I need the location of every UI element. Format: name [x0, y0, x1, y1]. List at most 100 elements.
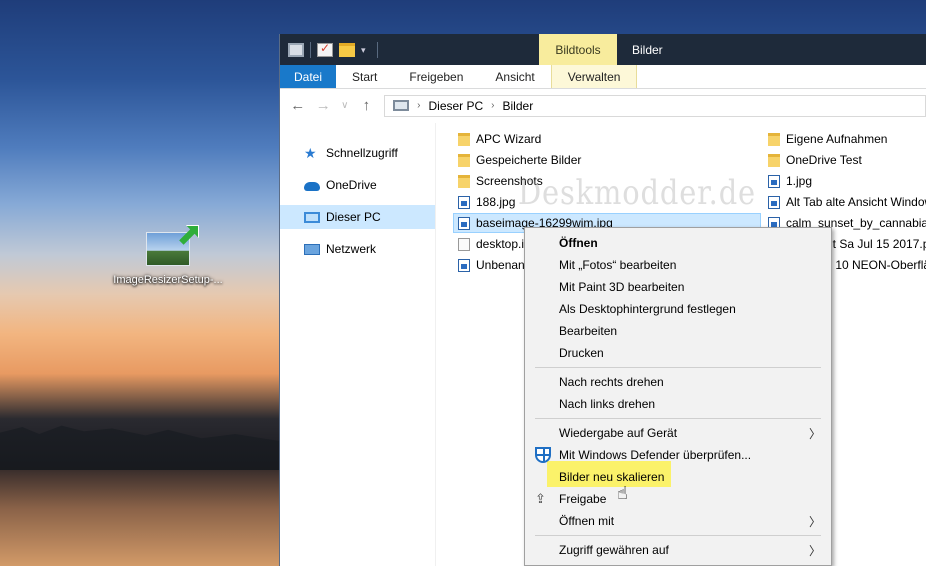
file-name: Alt Tab alte Ansicht Window	[786, 195, 926, 209]
nav-item-label: Schnellzugriff	[326, 146, 398, 160]
menu-item-label: Bilder neu skalieren	[559, 470, 665, 484]
breadcrumb-separator[interactable]: ›	[417, 100, 420, 111]
list-item[interactable]: nt Sa Jul 15 2017.p	[826, 234, 926, 254]
chevron-down-icon[interactable]: ▾	[361, 43, 371, 57]
image-file-icon	[458, 216, 470, 230]
new-folder-icon[interactable]	[339, 42, 355, 57]
menu-item-defender-scan[interactable]: Mit Windows Defender überprüfen...	[525, 444, 831, 466]
menu-item-links-drehen[interactable]: Nach links drehen	[525, 393, 831, 415]
contextual-tab-group: Bildtools	[539, 34, 617, 65]
image-file-icon	[458, 195, 470, 209]
computer-icon	[304, 211, 320, 223]
file-name: desktop.i	[476, 237, 525, 251]
recent-locations-chevron-icon[interactable]: ∨	[341, 100, 349, 111]
toolbar-divider	[377, 41, 378, 58]
breadcrumb-dieser-pc[interactable]: Dieser PC	[428, 99, 483, 113]
folder-icon	[458, 174, 470, 188]
menu-item-oeffnen[interactable]: Öffnen	[525, 232, 831, 254]
menu-item-label: Öffnen mit	[559, 514, 615, 528]
desktop-lake	[0, 470, 280, 566]
list-item[interactable]: OneDrive Test	[768, 150, 926, 170]
list-item[interactable]: s 10 NEON-Oberflä	[826, 255, 926, 275]
list-item[interactable]: 1.jpg	[768, 171, 926, 191]
tab-verwalten[interactable]: Verwalten	[550, 65, 638, 88]
menu-item-fotos-bearbeiten[interactable]: Mit „Fotos“ bearbeiten	[525, 254, 831, 276]
submenu-chevron-icon: 〉	[808, 544, 821, 558]
up-arrow-icon[interactable]: ↑	[359, 97, 374, 114]
ribbon-tabs: Datei Start Freigeben Ansicht Verwalten	[280, 65, 926, 89]
cloud-icon	[304, 182, 320, 191]
submenu-chevron-icon: 〉	[808, 427, 821, 441]
desktop-icon-imageresizer[interactable]: ImageResizerSetup-...	[104, 225, 232, 286]
tab-start[interactable]: Start	[336, 65, 393, 88]
menu-item-freigabe[interactable]: ⇪ Freigabe	[525, 488, 831, 510]
menu-item-bearbeiten[interactable]: Bearbeiten	[525, 320, 831, 342]
tab-datei[interactable]: Datei	[280, 65, 337, 88]
windows-defender-icon	[535, 447, 551, 463]
list-item[interactable]: Screenshots	[458, 171, 758, 191]
nav-item-schnellzugriff[interactable]: ★ Schnellzugriff	[280, 141, 435, 165]
back-arrow-icon[interactable]: ←	[290, 97, 305, 114]
menu-item-label: Zugriff gewähren auf	[559, 543, 669, 557]
list-item[interactable]: Alt Tab alte Ansicht Window	[768, 192, 926, 212]
menu-divider	[535, 367, 821, 368]
quick-access-toolbar: ▾	[280, 41, 378, 58]
breadcrumb-separator[interactable]: ›	[491, 100, 494, 111]
file-name: Eigene Aufnahmen	[786, 132, 888, 146]
image-file-icon	[458, 258, 470, 272]
share-icon: ⇪	[535, 491, 546, 506]
folder-icon	[458, 132, 470, 146]
nav-item-label: Netzwerk	[326, 242, 377, 256]
nav-item-label: OneDrive	[326, 178, 377, 192]
list-item[interactable]: Unbenan	[458, 255, 526, 275]
nav-item-label: Dieser PC	[326, 210, 381, 224]
menu-item-drucken[interactable]: Drucken	[525, 342, 831, 364]
list-item[interactable]: desktop.i	[458, 234, 526, 254]
breadcrumb[interactable]: › Dieser PC › Bilder	[384, 94, 926, 117]
list-item[interactable]: APC Wizard	[458, 129, 758, 149]
nav-item-onedrive[interactable]: OneDrive	[280, 173, 435, 197]
menu-item-desktophintergrund[interactable]: Als Desktophintergrund festlegen	[525, 298, 831, 320]
folder-icon	[458, 153, 470, 167]
this-pc-icon	[393, 100, 410, 111]
nav-item-dieser-pc[interactable]: Dieser PC	[280, 205, 435, 229]
tab-ansicht[interactable]: Ansicht	[479, 65, 550, 88]
list-item[interactable]: Gespeicherte Bilder	[458, 150, 758, 170]
breadcrumb-bilder[interactable]: Bilder	[503, 99, 534, 113]
window-title: Bilder	[632, 43, 663, 57]
nav-item-netzwerk[interactable]: Netzwerk	[280, 237, 435, 261]
file-name: OneDrive Test	[786, 153, 862, 167]
file-name: nt Sa Jul 15 2017.p	[826, 237, 926, 251]
navigation-pane: ★ Schnellzugriff OneDrive Dieser PC Netz…	[280, 123, 436, 566]
folder-icon	[768, 132, 780, 146]
address-bar: ← → ∨ ↑ › Dieser PC › Bilder	[280, 89, 926, 123]
image-file-icon	[768, 195, 780, 209]
menu-item-label: Freigabe	[559, 492, 607, 506]
settings-file-icon	[458, 237, 470, 251]
properties-icon[interactable]	[317, 41, 333, 57]
file-name: Gespeicherte Bilder	[476, 153, 582, 167]
forward-arrow-icon[interactable]: →	[315, 97, 331, 114]
explorer-icon	[288, 42, 304, 57]
tab-freigeben[interactable]: Freigeben	[393, 65, 479, 88]
file-name: 188.jpg	[476, 195, 516, 209]
list-item[interactable]: 188.jpg	[458, 192, 758, 212]
image-file-icon	[146, 225, 199, 266]
toolbar-divider	[310, 41, 311, 58]
menu-divider	[535, 535, 821, 536]
menu-item-paint3d-bearbeiten[interactable]: Mit Paint 3D bearbeiten	[525, 276, 831, 298]
network-icon	[304, 243, 320, 255]
menu-item-wiedergabe-auf-geraet[interactable]: Wiedergabe auf Gerät 〉	[525, 422, 831, 444]
title-bar: ▾ Bildtools Bilder	[280, 34, 926, 65]
folder-icon	[768, 153, 780, 167]
file-name: 1.jpg	[786, 174, 813, 188]
menu-item-oeffnen-mit[interactable]: Öffnen mit 〉	[525, 510, 831, 532]
shortcut-arrow-icon	[179, 225, 199, 245]
context-menu: Öffnen Mit „Fotos“ bearbeiten Mit Paint …	[524, 227, 832, 566]
submenu-chevron-icon: 〉	[808, 515, 821, 529]
menu-divider	[535, 418, 821, 419]
list-item[interactable]: Eigene Aufnahmen	[768, 129, 926, 149]
menu-item-bilder-neu-skalieren[interactable]: Bilder neu skalieren	[525, 466, 831, 488]
menu-item-zugriff-gewaehren[interactable]: Zugriff gewähren auf 〉	[525, 539, 831, 561]
menu-item-rechts-drehen[interactable]: Nach rechts drehen	[525, 371, 831, 393]
